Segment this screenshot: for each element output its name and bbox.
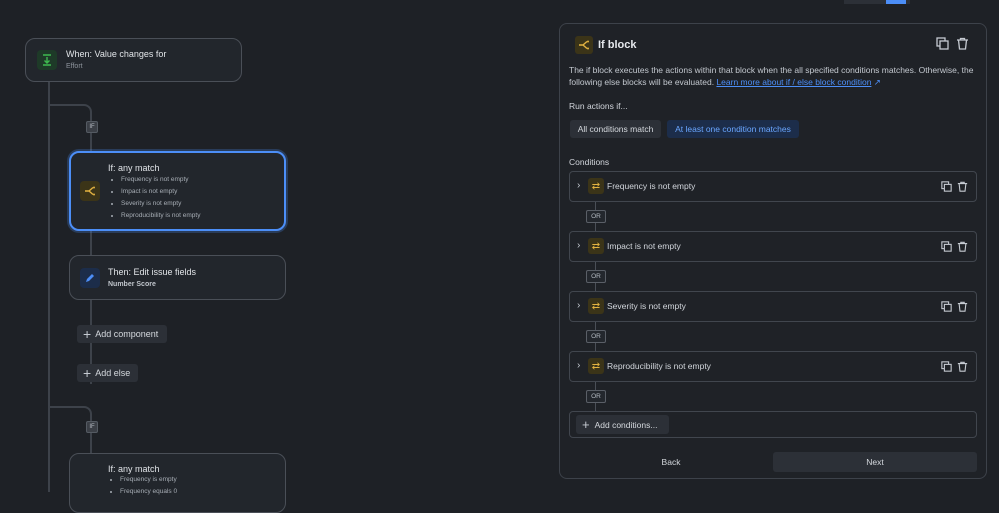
add-conditions-label: Add conditions...: [594, 419, 658, 430]
duplicate-icon[interactable]: [941, 361, 952, 375]
duplicate-icon[interactable]: [941, 181, 952, 195]
run-actions-label: Run actions if...: [569, 101, 628, 111]
if-card-title: If: any match: [108, 163, 160, 173]
plus-icon: +: [582, 417, 590, 432]
list-item: Frequency equals 0: [120, 486, 177, 498]
or-badge: OR: [586, 210, 606, 223]
external-link-icon: ↗: [873, 77, 881, 87]
trash-icon[interactable]: [957, 181, 968, 195]
then-card-subtitle: Number Score: [108, 281, 156, 288]
next-button[interactable]: Next: [773, 452, 977, 472]
shuffle-icon: ⇄: [588, 238, 604, 254]
add-component-button[interactable]: + Add component: [77, 325, 167, 343]
panel-description: The if block executes the actions within…: [569, 64, 977, 88]
top-toolbar-active[interactable]: [886, 0, 906, 4]
add-else-label: Add else: [95, 368, 131, 378]
if-card-2[interactable]: If: any match Frequency is empty Frequen…: [69, 453, 286, 513]
add-conditions-button[interactable]: + Add conditions...: [576, 415, 669, 434]
if-card[interactable]: If: any match Frequency is not empty Imp…: [69, 151, 286, 231]
list-item: Reproducibility is not empty: [121, 210, 200, 222]
list-item: Frequency is empty: [120, 474, 177, 486]
shuffle-icon: ⇄: [588, 178, 604, 194]
duplicate-icon[interactable]: [941, 241, 952, 255]
if-card-2-title: If: any match: [108, 464, 160, 474]
trigger-card[interactable]: When: Value changes for Effort: [25, 38, 242, 82]
chevron-right-icon[interactable]: ›: [577, 180, 580, 191]
toggle-one-condition[interactable]: At least one condition matches: [667, 120, 799, 138]
condition-label: Impact is not empty: [607, 241, 681, 251]
shuffle-icon: ⇄: [588, 298, 604, 314]
list-item: Impact is not empty: [121, 186, 200, 198]
list-item: Frequency is not empty: [121, 174, 200, 186]
list-item: Severity is not empty: [121, 198, 200, 210]
connector-line: [48, 406, 82, 408]
trash-icon[interactable]: [957, 241, 968, 255]
if-card-conditions: Frequency is not empty Impact is not emp…: [111, 174, 200, 222]
learn-more-link[interactable]: Learn more about if / else block conditi…: [716, 77, 871, 87]
trigger-title: When: Value changes for: [66, 49, 167, 59]
pencil-icon: [80, 268, 100, 288]
chevron-right-icon[interactable]: ›: [577, 240, 580, 251]
toggle-all-conditions[interactable]: All conditions match: [570, 120, 661, 138]
plus-icon: +: [83, 326, 92, 342]
duplicate-icon[interactable]: [941, 301, 952, 315]
if-pill: IF: [86, 421, 98, 433]
or-badge: OR: [586, 330, 606, 343]
trigger-subtitle: Effort: [66, 63, 83, 70]
duplicate-icon[interactable]: [936, 37, 949, 53]
add-component-label: Add component: [95, 329, 159, 339]
add-else-button[interactable]: + Add else: [77, 364, 138, 382]
then-card[interactable]: Then: Edit issue fields Number Score: [69, 255, 286, 300]
connector-line: [48, 80, 50, 492]
connector-line: [48, 104, 82, 106]
then-card-title: Then: Edit issue fields: [108, 267, 197, 277]
plus-icon: +: [83, 365, 92, 381]
or-badge: OR: [586, 270, 606, 283]
branch-icon: [80, 181, 100, 201]
trash-icon[interactable]: [957, 301, 968, 315]
or-badge: OR: [586, 390, 606, 403]
shuffle-icon: ⇄: [588, 358, 604, 374]
back-button[interactable]: Back: [569, 452, 773, 472]
branch-icon: [575, 36, 593, 54]
if-pill: IF: [86, 121, 98, 133]
trash-icon[interactable]: [956, 37, 969, 53]
condition-label: Frequency is not empty: [607, 181, 696, 191]
connector-line: [90, 230, 92, 255]
if-card-2-conditions: Frequency is empty Frequency equals 0: [110, 474, 177, 498]
conditions-label: Conditions: [569, 157, 610, 167]
condition-label: Severity is not empty: [607, 301, 686, 311]
panel-title: If block: [598, 39, 637, 51]
condition-label: Reproducibility is not empty: [607, 361, 711, 371]
chevron-right-icon[interactable]: ›: [577, 300, 580, 311]
chevron-right-icon[interactable]: ›: [577, 360, 580, 371]
trigger-icon: [37, 50, 57, 70]
trash-icon[interactable]: [957, 361, 968, 375]
